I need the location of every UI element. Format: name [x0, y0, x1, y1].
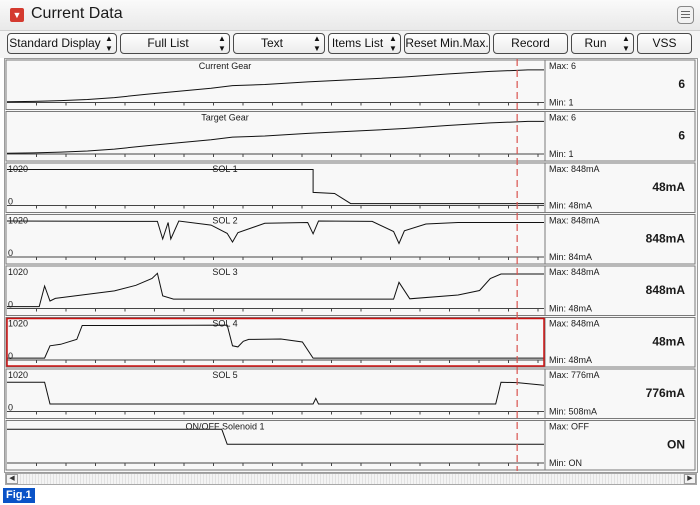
scroll-right-icon[interactable]: ▶	[684, 474, 696, 484]
standard-display-dropdown[interactable]: Standard Display ▲ ▼	[7, 33, 117, 54]
title-bar: ▼ Current Data	[0, 0, 700, 31]
y-axis-max-label: 1020	[8, 370, 28, 380]
run-label: Run	[584, 36, 607, 50]
items-list-dropdown[interactable]: Items List ▲ ▼	[328, 33, 401, 54]
min-label: Min: 1	[549, 149, 574, 159]
max-label: Max: 6	[549, 113, 576, 123]
updown-icon: ▲ ▼	[389, 34, 397, 53]
updown-icon: ▲ ▼	[105, 34, 113, 53]
text-dropdown[interactable]: Text ▲ ▼	[233, 33, 325, 54]
y-axis-min-label: 0	[8, 351, 13, 361]
graph-area: Current Gear Max: 6 Min: 1 6 Target Gear Max:…	[5, 59, 696, 471]
max-label: Max: 6	[549, 61, 576, 71]
min-label: Min: 1	[549, 98, 574, 108]
standard-display-label: Standard Display	[9, 36, 101, 50]
graph-title: SOL 1	[212, 164, 237, 174]
reset-minmax-label: Reset Min.Max.	[405, 36, 489, 50]
current-value: 6	[678, 77, 685, 91]
max-label: Max: 848mA	[549, 216, 600, 226]
graph-title: Target Gear	[201, 113, 249, 123]
max-label: Max: 776mA	[549, 370, 600, 380]
toolbar: Standard Display ▲ ▼ Full List ▲ ▼ Text ▲ ▼…	[0, 31, 700, 58]
collapse-icon[interactable]: ▼	[10, 8, 24, 22]
updown-icon: ▲ ▼	[218, 34, 226, 53]
text-label: Text	[260, 36, 283, 50]
max-label: Max: 848mA	[549, 319, 600, 329]
max-label: Max: 848mA	[549, 267, 600, 277]
current-value: 848mA	[646, 232, 686, 246]
graph-title: SOL 5	[212, 370, 237, 380]
graph-title: SOL 4	[212, 319, 237, 329]
current-value: 848mA	[646, 283, 686, 297]
min-label: Min: 48mA	[549, 355, 592, 365]
current-value: 48mA	[652, 180, 685, 194]
current-value: 6	[678, 129, 685, 143]
full-list-label: Full List	[147, 36, 189, 50]
record-label: Record	[511, 36, 550, 50]
horizontal-scrollbar[interactable]: ◀ ▶	[5, 473, 697, 485]
y-axis-max-label: 1020	[8, 319, 28, 329]
record-button[interactable]: Record	[493, 33, 568, 54]
y-axis-max-label: 1020	[8, 267, 28, 277]
y-axis-min-label: 0	[8, 300, 13, 310]
y-axis-max-label: 1020	[8, 164, 28, 174]
vss-label: VSS	[652, 36, 677, 50]
current-value: ON	[667, 438, 685, 452]
graph-title: Current Gear	[199, 61, 252, 71]
min-label: Min: 48mA	[549, 201, 592, 211]
y-axis-max-label: 1020	[8, 216, 28, 226]
graph-title: SOL 3	[212, 267, 237, 277]
graph-title: SOL 2	[212, 216, 237, 226]
window-title: Current Data	[31, 5, 123, 22]
graph-title: ON/OFF Solenoid 1	[185, 422, 264, 432]
run-dropdown[interactable]: Run ▲ ▼	[571, 33, 634, 54]
min-label: Min: ON	[549, 458, 582, 468]
max-label: Max: OFF	[549, 422, 590, 432]
reset-minmax-button[interactable]: Reset Min.Max.	[404, 33, 490, 54]
min-label: Min: 508mA	[549, 407, 597, 417]
updown-icon: ▲ ▼	[313, 34, 321, 53]
updown-icon: ▲ ▼	[622, 34, 630, 53]
y-axis-min-label: 0	[8, 197, 13, 207]
y-axis-min-label: 0	[8, 403, 13, 413]
full-list-dropdown[interactable]: Full List ▲ ▼	[120, 33, 230, 54]
min-label: Min: 84mA	[549, 252, 592, 262]
items-list-label: Items List	[331, 36, 384, 50]
vss-button[interactable]: VSS	[637, 33, 692, 54]
current-value: 776mA	[646, 386, 686, 400]
min-label: Min: 48mA	[549, 304, 592, 314]
figure-label: Fig.1	[3, 488, 35, 503]
max-label: Max: 848mA	[549, 164, 600, 174]
scroll-left-icon[interactable]: ◀	[6, 474, 18, 484]
current-value: 48mA	[652, 335, 685, 349]
menu-icon[interactable]	[677, 6, 694, 24]
y-axis-min-label: 0	[8, 248, 13, 258]
